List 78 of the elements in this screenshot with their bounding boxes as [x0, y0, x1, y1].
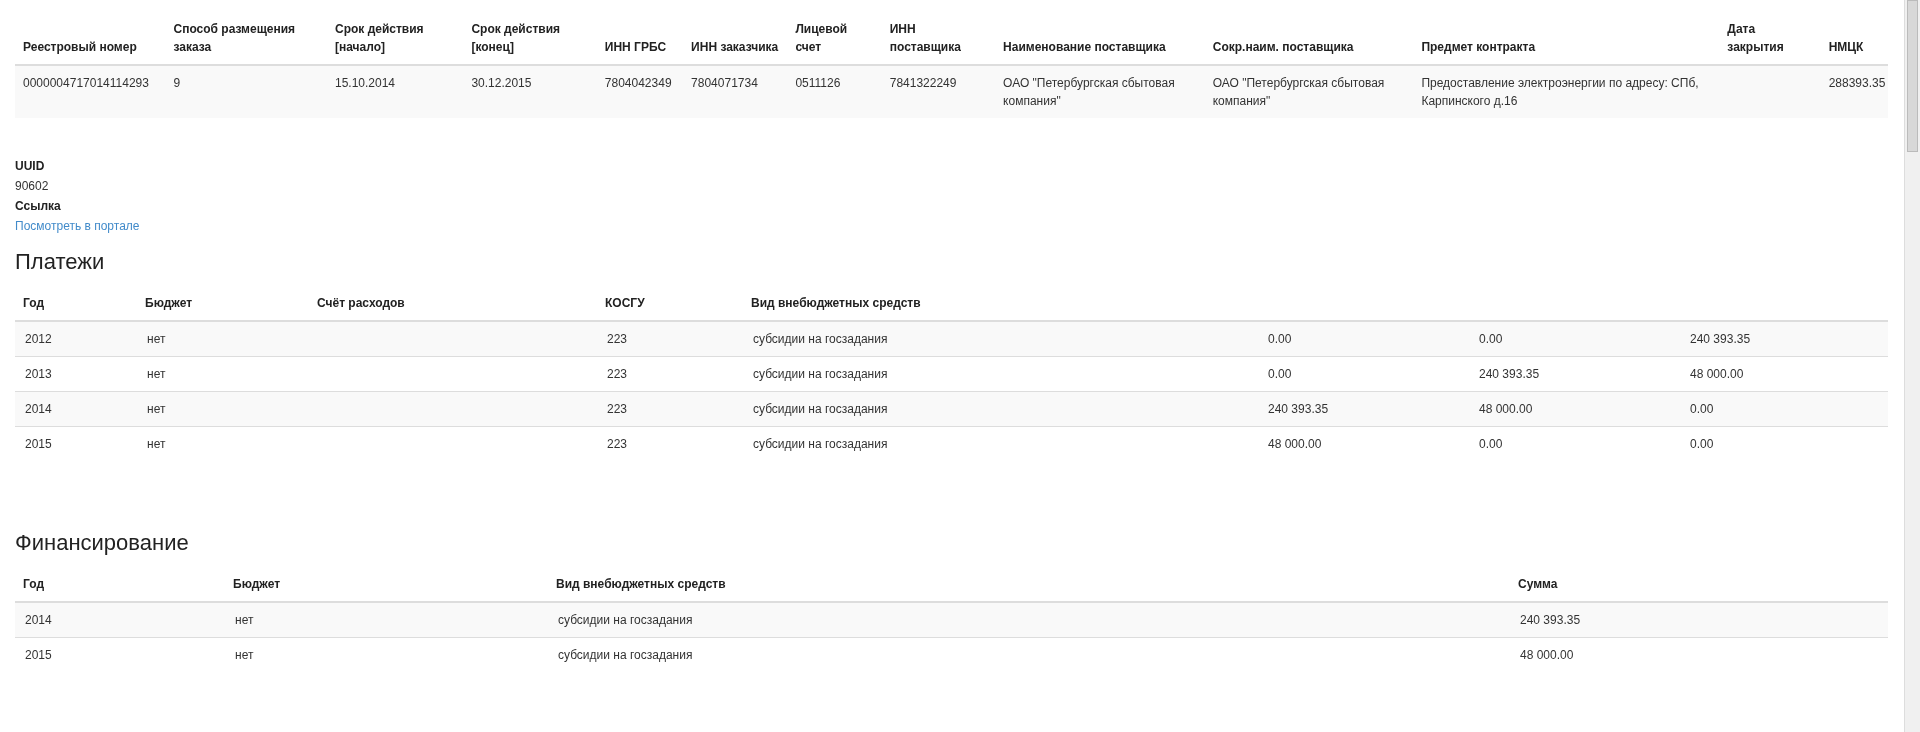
column-header: Срок действия [начало] [335, 22, 424, 54]
table-cell: 7841322249 [889, 76, 957, 90]
column-header: ИНН заказчика [691, 40, 779, 54]
table-cell: субсидии на госзадания [753, 437, 888, 451]
table-cell: 2014 [25, 613, 52, 627]
column-header: Год [23, 296, 44, 310]
table-cell: 0.00 [1479, 437, 1503, 451]
table-cell: ОАО "Петербургская сбытовая компания" [1003, 76, 1175, 108]
table-cell: 2013 [25, 367, 52, 381]
column-header: Год [23, 577, 44, 591]
table-cell: субсидии на госзадания [753, 367, 888, 381]
table-cell: 48 000.00 [1268, 437, 1322, 451]
table-cell: 2015 [25, 437, 52, 451]
table-cell: субсидии на госзадания [753, 332, 888, 346]
table-cell: 240 393.35 [1268, 402, 1329, 416]
table-cell: ОАО "Петербургская сбытовая компания" [1212, 76, 1385, 108]
table-cell: 48 000.00 [1520, 648, 1574, 662]
table-cell: 0.00 [1268, 367, 1292, 381]
table-cell: 0511126 [795, 76, 841, 90]
scrollbar[interactable] [1904, 0, 1920, 732]
column-header: Способ размещения заказа [173, 22, 296, 54]
table-cell: 223 [607, 367, 628, 381]
table-cell: 2015 [25, 648, 52, 662]
table-cell: нет [235, 648, 254, 662]
table-cell: 7804042349 [604, 76, 672, 90]
table-cell: 0.00 [1690, 402, 1714, 416]
column-header: Счёт расходов [317, 296, 405, 310]
field-label: Ссылка [15, 198, 62, 215]
table-cell: нет [147, 402, 166, 416]
column-header: Предмет контракта [1421, 40, 1536, 54]
table-cell: 223 [607, 402, 628, 416]
portal-link[interactable]: Посмотреть в портале [15, 219, 140, 233]
table-cell: субсидии на госзадания [558, 613, 693, 627]
section-heading: Финансирование [15, 529, 190, 557]
table-cell: субсидии на госзадания [753, 402, 888, 416]
column-header: Дата закрытия [1727, 22, 1784, 54]
table-cell: 240 393.35 [1520, 613, 1581, 627]
table-cell: 223 [607, 437, 628, 451]
column-header: Срок действия [конец] [471, 22, 561, 54]
table-cell: 15.10.2014 [335, 76, 396, 90]
column-header: Реестровый номер [23, 40, 137, 54]
table-cell: 48 000.00 [1690, 367, 1744, 381]
table-cell: 30.12.2015 [471, 76, 532, 90]
column-header: Сумма [1518, 577, 1558, 591]
column-header: НМЦК [1828, 40, 1864, 54]
table-cell: 2014 [25, 402, 52, 416]
column-header: Бюджет [233, 577, 281, 591]
table-cell: 9 [173, 76, 181, 90]
column-header: ИНН поставщика [889, 22, 961, 54]
table-cell: 240 393.35 [1479, 367, 1540, 381]
table-cell: нет [147, 332, 166, 346]
table-cell: 7804071734 [691, 76, 758, 90]
table-cell: нет [147, 367, 166, 381]
column-header: Наименование поставщика [1003, 40, 1166, 54]
field-value: 90602 [15, 178, 50, 195]
table-cell: 288393.35 [1828, 76, 1886, 90]
column-header: Бюджет [145, 296, 193, 310]
table-cell: нет [235, 613, 254, 627]
table-cell: 0.00 [1479, 332, 1503, 346]
table-cell: нет [147, 437, 166, 451]
column-header: КОСГУ [605, 296, 645, 310]
table-cell: 0.00 [1690, 437, 1714, 451]
column-header: Вид внебюджетных средств [556, 577, 726, 591]
table-cell: 223 [607, 332, 628, 346]
table-cell: субсидии на госзадания [558, 648, 693, 662]
field-label: UUID [15, 158, 46, 175]
table-cell: 0000004717014114293 [23, 76, 149, 90]
section-heading: Платежи [15, 248, 106, 276]
table-cell: 240 393.35 [1690, 332, 1751, 346]
column-header: Сокр.наим. поставщика [1212, 40, 1354, 54]
column-header: Вид внебюджетных средств [751, 296, 921, 310]
table-cell: 2012 [25, 332, 52, 346]
column-header: Лицевой счет [795, 22, 848, 54]
table-cell: 48 000.00 [1479, 402, 1533, 416]
table-cell: 0.00 [1268, 332, 1292, 346]
table-cell: Предоставление электроэнергии по адресу: СПб, Карпинского д.16 [1421, 76, 1699, 108]
column-header: ИНН ГРБС [604, 40, 667, 54]
scrollbar-thumb[interactable] [1907, 0, 1918, 152]
